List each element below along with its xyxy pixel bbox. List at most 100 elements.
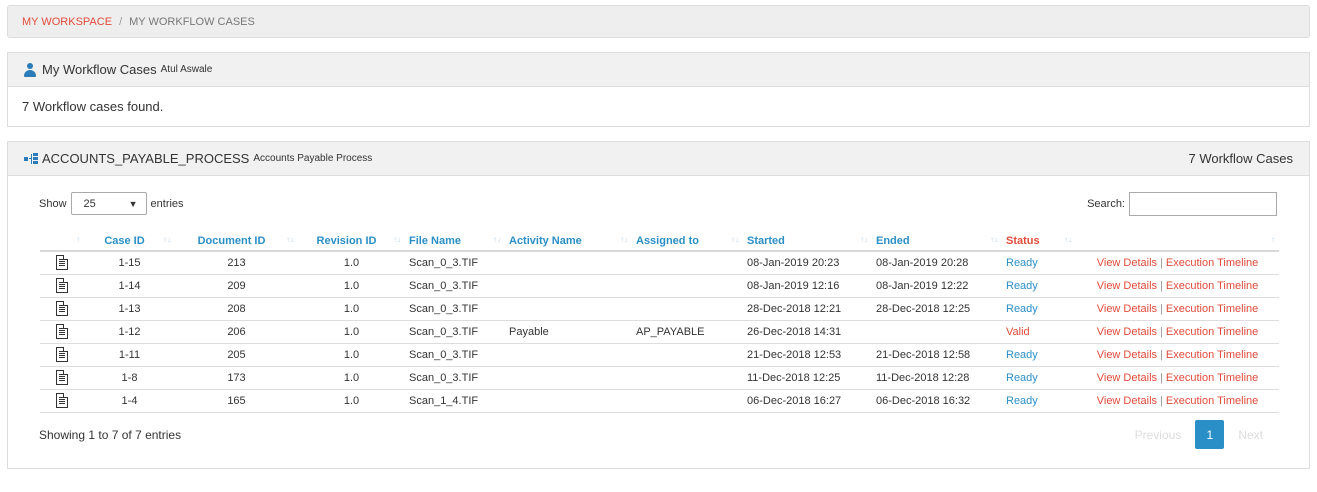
- page-1-button[interactable]: 1: [1195, 420, 1225, 449]
- assigned-to-cell: [632, 343, 743, 367]
- row-doc-cell: [40, 297, 84, 321]
- actions-cell: View Details | Execution Timeline: [1076, 251, 1279, 275]
- process-panel-header: ACCOUNTS_PAYABLE_PROCESS Accounts Payabl…: [8, 142, 1309, 176]
- column-header-ended[interactable]: Ended ↑↓: [872, 231, 1002, 252]
- view-details-link[interactable]: View Details: [1097, 280, 1157, 292]
- entries-select[interactable]: 25 ▼: [70, 192, 147, 215]
- actions-cell: View Details | Execution Timeline: [1076, 297, 1279, 321]
- assigned-to-cell: [632, 297, 743, 321]
- breadcrumb-current: MY WORKFLOW CASES: [129, 15, 255, 28]
- activity-name-cell: [505, 366, 632, 390]
- panel-title: My Workflow Cases: [42, 62, 157, 77]
- status-cell: Ready: [1002, 343, 1076, 367]
- assigned-to-cell: [632, 274, 743, 298]
- entries-label: entries: [150, 197, 184, 210]
- search-input[interactable]: [1129, 192, 1277, 216]
- ended-cell: 08-Jan-2019 20:28: [872, 251, 1002, 275]
- sitemap-icon: [24, 152, 38, 165]
- column-header-file-name[interactable]: File Name ↑↓: [405, 231, 505, 252]
- assigned-to-cell: [632, 251, 743, 275]
- column-header-assigned-to[interactable]: Assigned to ↑↓: [632, 231, 743, 252]
- document-icon[interactable]: [56, 255, 68, 271]
- execution-timeline-link[interactable]: Execution Timeline: [1166, 326, 1258, 338]
- document-icon[interactable]: [56, 393, 68, 408]
- next-button[interactable]: Next: [1224, 428, 1277, 442]
- search-control: Search:: [1087, 192, 1277, 216]
- ended-cell: 28-Dec-2018 12:25: [872, 297, 1002, 321]
- document-icon[interactable]: [56, 324, 68, 339]
- execution-timeline-link[interactable]: Execution Timeline: [1166, 257, 1258, 269]
- revision-id-cell: 1.0: [298, 366, 405, 390]
- column-header-icon[interactable]: ↑: [40, 231, 84, 252]
- file-name-cell: Scan_0_3.TIF: [405, 274, 505, 298]
- table-row: 1-8 173 1.0 Scan_0_3.TIF 11-Dec-2018 12:25 11…: [40, 366, 1279, 390]
- ended-cell: 08-Jan-2019 12:22: [872, 274, 1002, 298]
- document-id-cell: 205: [175, 343, 298, 367]
- execution-timeline-link[interactable]: Execution Timeline: [1166, 280, 1258, 292]
- view-details-link[interactable]: View Details: [1097, 372, 1157, 384]
- user-name: Atul Aswale: [160, 64, 213, 75]
- breadcrumb: MY WORKSPACE / MY WORKFLOW CASES: [7, 5, 1310, 38]
- column-header-revision-id[interactable]: Revision ID ↑↓: [298, 231, 405, 252]
- assigned-to-cell: [632, 389, 743, 413]
- execution-timeline-link[interactable]: Execution Timeline: [1166, 395, 1258, 407]
- status-cell: Ready: [1002, 366, 1076, 390]
- started-cell: 28-Dec-2018 12:21: [743, 297, 872, 321]
- actions-cell: View Details | Execution Timeline: [1076, 320, 1279, 344]
- case-id-cell: 1-11: [84, 343, 175, 367]
- activity-name-cell: [505, 274, 632, 298]
- status-cell: Ready: [1002, 251, 1076, 275]
- case-id-cell: 1-8: [84, 366, 175, 390]
- actions-cell: View Details | Execution Timeline: [1076, 343, 1279, 367]
- column-header-case-id[interactable]: Case ID ↑↓: [84, 231, 175, 252]
- view-details-link[interactable]: View Details: [1097, 395, 1157, 407]
- action-separator: |: [1160, 371, 1163, 384]
- document-id-cell: 213: [175, 251, 298, 275]
- column-header-activity-name[interactable]: Activity Name ↑↓: [505, 231, 632, 252]
- started-cell: 06-Dec-2018 16:27: [743, 389, 872, 413]
- breadcrumb-link-workspace[interactable]: MY WORKSPACE: [22, 16, 112, 28]
- row-doc-cell: [40, 320, 84, 344]
- column-header-actions[interactable]: ↑: [1076, 231, 1279, 252]
- document-icon[interactable]: [56, 347, 68, 362]
- revision-id-cell: 1.0: [298, 343, 405, 367]
- view-details-link[interactable]: View Details: [1097, 303, 1157, 315]
- table-row: 1-13 208 1.0 Scan_0_3.TIF 28-Dec-2018 12:21 2…: [40, 297, 1279, 321]
- execution-timeline-link[interactable]: Execution Timeline: [1166, 372, 1258, 384]
- document-icon[interactable]: [56, 278, 68, 293]
- workflow-cases-table: ↑ Case ID ↑↓ Document ID ↑↓ Revision ID ↑↓ …: [40, 231, 1279, 413]
- document-icon[interactable]: [56, 370, 68, 385]
- column-header-status[interactable]: Status ↑↓: [1002, 231, 1076, 252]
- row-doc-cell: [40, 274, 84, 298]
- view-details-link[interactable]: View Details: [1097, 257, 1157, 269]
- started-cell: 08-Jan-2019 20:23: [743, 251, 872, 275]
- execution-timeline-link[interactable]: Execution Timeline: [1166, 303, 1258, 315]
- file-name-cell: Scan_0_3.TIF: [405, 251, 505, 275]
- row-doc-cell: [40, 343, 84, 367]
- previous-button[interactable]: Previous: [1121, 428, 1196, 442]
- activity-name-cell: [505, 343, 632, 367]
- revision-id-cell: 1.0: [298, 251, 405, 275]
- case-id-cell: 1-13: [84, 297, 175, 321]
- action-separator: |: [1160, 302, 1163, 315]
- status-cell: Ready: [1002, 274, 1076, 298]
- revision-id-cell: 1.0: [298, 297, 405, 321]
- document-icon[interactable]: [56, 301, 68, 316]
- activity-name-cell: [505, 297, 632, 321]
- search-label: Search:: [1087, 198, 1125, 210]
- show-label: Show: [39, 197, 67, 210]
- file-name-cell: Scan_0_3.TIF: [405, 320, 505, 344]
- column-header-document-id[interactable]: Document ID ↑↓: [175, 231, 298, 252]
- view-details-link[interactable]: View Details: [1097, 326, 1157, 338]
- table-row: 1-11 205 1.0 Scan_0_3.TIF 21-Dec-2018 12:53 2…: [40, 343, 1279, 367]
- column-header-started[interactable]: Started ↑↓: [743, 231, 872, 252]
- activity-name-cell: [505, 251, 632, 275]
- chevron-down-icon: ▼: [128, 198, 138, 209]
- file-name-cell: Scan_0_3.TIF: [405, 343, 505, 367]
- case-id-cell: 1-14: [84, 274, 175, 298]
- view-details-link[interactable]: View Details: [1097, 349, 1157, 361]
- status-cell: Valid: [1002, 320, 1076, 344]
- table-info: Showing 1 to 7 of 7 entries: [39, 428, 182, 442]
- execution-timeline-link[interactable]: Execution Timeline: [1166, 349, 1258, 361]
- case-id-cell: 1-15: [84, 251, 175, 275]
